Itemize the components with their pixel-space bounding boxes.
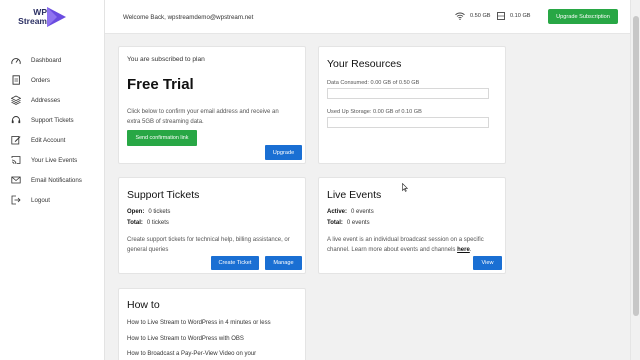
support-tickets-description: Create support tickets for technical hel… [127,237,290,253]
envelope-icon [11,175,21,185]
sidebar-item-orders[interactable]: Orders [0,70,105,90]
sidebar-item-dashboard[interactable]: Dashboard [0,50,105,70]
support-tickets-card: Support Tickets Open: 0 tickets Total: 0 t… [118,177,306,274]
active-events-label: Active: [327,209,348,215]
send-confirmation-button[interactable]: Send confirmation link [127,130,197,146]
support-icon [11,115,21,125]
open-tickets-label: Open: [127,209,145,215]
open-tickets-row: Open: 0 tickets [127,209,170,215]
link-suffix: . [469,247,472,253]
create-ticket-button[interactable]: Create Ticket [211,256,259,270]
storage-icon [497,12,505,20]
open-tickets-value: 0 tickets [148,209,171,215]
edit-icon [11,135,21,145]
play-logo-icon [47,7,66,27]
active-events-value: 0 events [351,209,374,215]
sidebar-item-addresses[interactable]: Addresses [0,90,105,110]
manage-tickets-button[interactable]: Manage [265,256,302,270]
active-events-row: Active: 0 events [327,209,374,215]
mouse-cursor-icon [402,183,408,192]
view-events-button[interactable]: View [473,256,502,270]
sidebar-item-label: Your Live Events [31,156,78,164]
total-events-row: Total: 0 events [327,220,370,226]
top-header: Welcome Back, wpstreamdemo@wpstream.net … [105,0,630,34]
storage-usage-value: 0.10 GB [510,13,531,19]
sidebar: WP Stream Dashboard Orders Addresses Sup… [0,0,105,360]
upgrade-button[interactable]: Upgrade [265,145,302,160]
resources-title: Your Resources [327,58,402,70]
total-tickets-label: Total: [127,220,143,226]
how-to-link[interactable]: How to Live Stream to WordPress with OBS [127,336,244,342]
used-storage-label: Used Up Storage: 0.00 GB of 0.10 GB [327,109,422,115]
sidebar-item-edit-account[interactable]: Edit Account [0,130,105,150]
total-events-value: 0 events [346,220,370,226]
how-to-title: How to [127,299,160,311]
resources-card: Your Resources Data Consumed: 0.00 GB of… [318,46,506,164]
sidebar-nav: Dashboard Orders Addresses Support Ticke… [0,50,105,210]
data-consumed-bar [327,88,489,99]
plan-description: Click below to confirm your email addres… [127,109,279,125]
document-icon [11,75,21,85]
sidebar-item-label: Logout [31,196,50,204]
sidebar-item-support-tickets[interactable]: Support Tickets [0,110,105,130]
learn-more-link[interactable]: here [457,247,470,253]
sidebar-item-label: Edit Account [31,136,66,144]
wpstream-logo[interactable]: WP Stream [11,5,71,29]
layers-icon [11,95,21,105]
used-storage-bar [327,117,489,128]
support-tickets-title: Support Tickets [127,189,200,201]
how-to-link[interactable]: How to Live Stream to WordPress in 4 min… [127,320,271,326]
sidebar-item-label: Orders [31,76,50,84]
total-tickets-row: Total: 0 tickets [127,220,169,226]
sidebar-item-label: Email Notifications [31,176,82,184]
sidebar-item-label: Support Tickets [31,116,74,124]
total-tickets-value: 0 tickets [146,220,169,226]
sidebar-item-logout[interactable]: Logout [0,190,105,210]
sidebar-item-label: Dashboard [31,56,62,64]
data-usage-value: 0.50 GB [470,13,491,19]
upgrade-subscription-button[interactable]: Upgrade Subscription [548,9,618,24]
logout-icon [11,195,21,205]
scrollbar-thumb[interactable] [633,16,639,316]
how-to-link[interactable]: How to Broadcast a Pay-Per-View Video on… [127,351,256,357]
data-usage-stat: 0.50 GB [455,12,491,20]
live-events-title: Live Events [327,189,382,201]
sidebar-item-label: Addresses [31,96,61,104]
plan-name: Free Trial [127,76,194,93]
cast-icon [11,155,21,165]
how-to-card: How to How to Live Stream to WordPress i… [118,288,306,360]
dashboard-icon [11,55,21,65]
storage-usage-stat: 0.10 GB [497,12,531,20]
sidebar-item-live-events[interactable]: Your Live Events [0,150,105,170]
total-events-label: Total: [327,220,343,226]
data-consumed-label: Data Consumed: 0.00 GB of 0.50 GB [327,80,420,86]
plan-subscribed-text: You are subscribed to plan [127,56,205,63]
live-events-description: A live event is an individual broadcast … [327,235,497,255]
logo-line2: Stream [18,16,47,26]
welcome-message: Welcome Back, wpstreamdemo@wpstream.net [123,14,254,21]
wifi-icon [455,12,465,20]
page-scrollbar[interactable] [630,0,640,360]
plan-card: You are subscribed to plan Free Trial Cl… [118,46,306,164]
live-events-card: Live Events Active: 0 events Total: 0 even… [318,177,506,274]
sidebar-item-email-notifications[interactable]: Email Notifications [0,170,105,190]
